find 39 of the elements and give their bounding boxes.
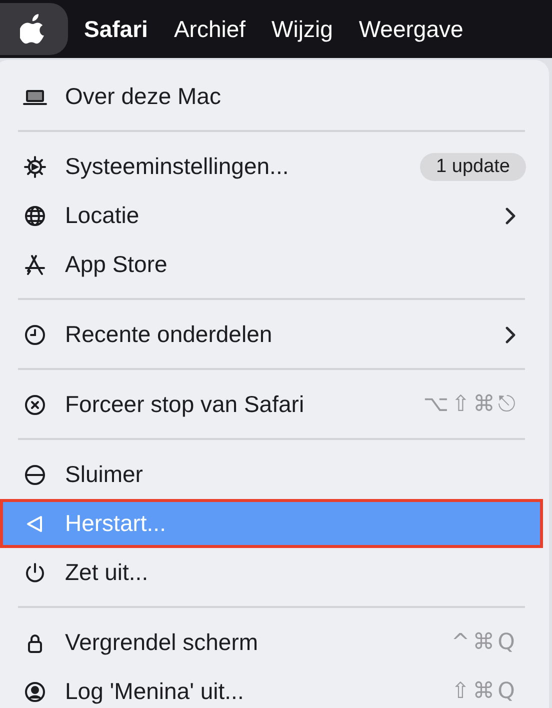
- menu-bar-item[interactable]: Weergave: [348, 16, 474, 42]
- menu-item-label: Over deze Mac: [65, 83, 222, 110]
- globe-icon: [23, 204, 47, 228]
- menu-item[interactable]: Systeeminstellingen... 1 update: [0, 142, 543, 191]
- apple-menu-button[interactable]: [0, 3, 68, 55]
- half-circle-icon: [23, 462, 47, 486]
- close-circle-icon: [23, 392, 47, 416]
- menu-item[interactable]: Sluimer: [0, 450, 543, 499]
- menu-item-label: Herstart...: [65, 510, 167, 537]
- keyboard-shortcut: ^⌘Q: [451, 630, 518, 655]
- power-icon: [23, 560, 47, 584]
- menu-item[interactable]: Recente onderdelen: [0, 310, 543, 359]
- menu-item[interactable]: Over deze Mac: [0, 72, 543, 121]
- menu-item-label: Log 'Menina' uit...: [65, 678, 245, 705]
- clock-icon: [23, 322, 47, 346]
- menu-bar-item[interactable]: Wijzig: [262, 16, 343, 42]
- menu-item-label: Forceer stop van Safari: [65, 391, 306, 418]
- menu-bar-item[interactable]: Archief: [164, 16, 256, 42]
- menu-item-label: Locatie: [65, 202, 140, 229]
- app-menu[interactable]: Safari: [74, 16, 158, 42]
- app-store-icon: [23, 252, 47, 276]
- keyboard-shortcut: ⌥⇧⌘⎋: [423, 392, 518, 417]
- menu-item[interactable]: Locatie: [0, 191, 543, 240]
- menu-item-label: Vergrendel scherm: [65, 629, 260, 656]
- apple-icon: [20, 14, 46, 44]
- menu-item-label: Zet uit...: [65, 559, 150, 586]
- menu-item-label: Recente onderdelen: [65, 321, 274, 348]
- menu-item-label: App Store: [65, 251, 168, 278]
- menu-item[interactable]: Vergrendel scherm ^⌘Q: [0, 618, 543, 667]
- menu-item[interactable]: Log 'Menina' uit... ⇧⌘Q: [0, 667, 543, 708]
- menu-item[interactable]: App Store: [0, 240, 543, 289]
- keyboard-shortcut: ⇧⌘Q: [451, 679, 518, 704]
- menu-item[interactable]: Forceer stop van Safari ⌥⇧⌘⎋: [0, 380, 543, 429]
- menu-item-label: Systeeminstellingen...: [65, 153, 290, 180]
- settings-icon: [23, 154, 47, 178]
- menu-item[interactable]: Zet uit...: [0, 548, 543, 597]
- person-circle-icon: [23, 680, 47, 704]
- update-badge: 1 update: [420, 152, 526, 180]
- menu-item-label: Sluimer: [65, 461, 144, 488]
